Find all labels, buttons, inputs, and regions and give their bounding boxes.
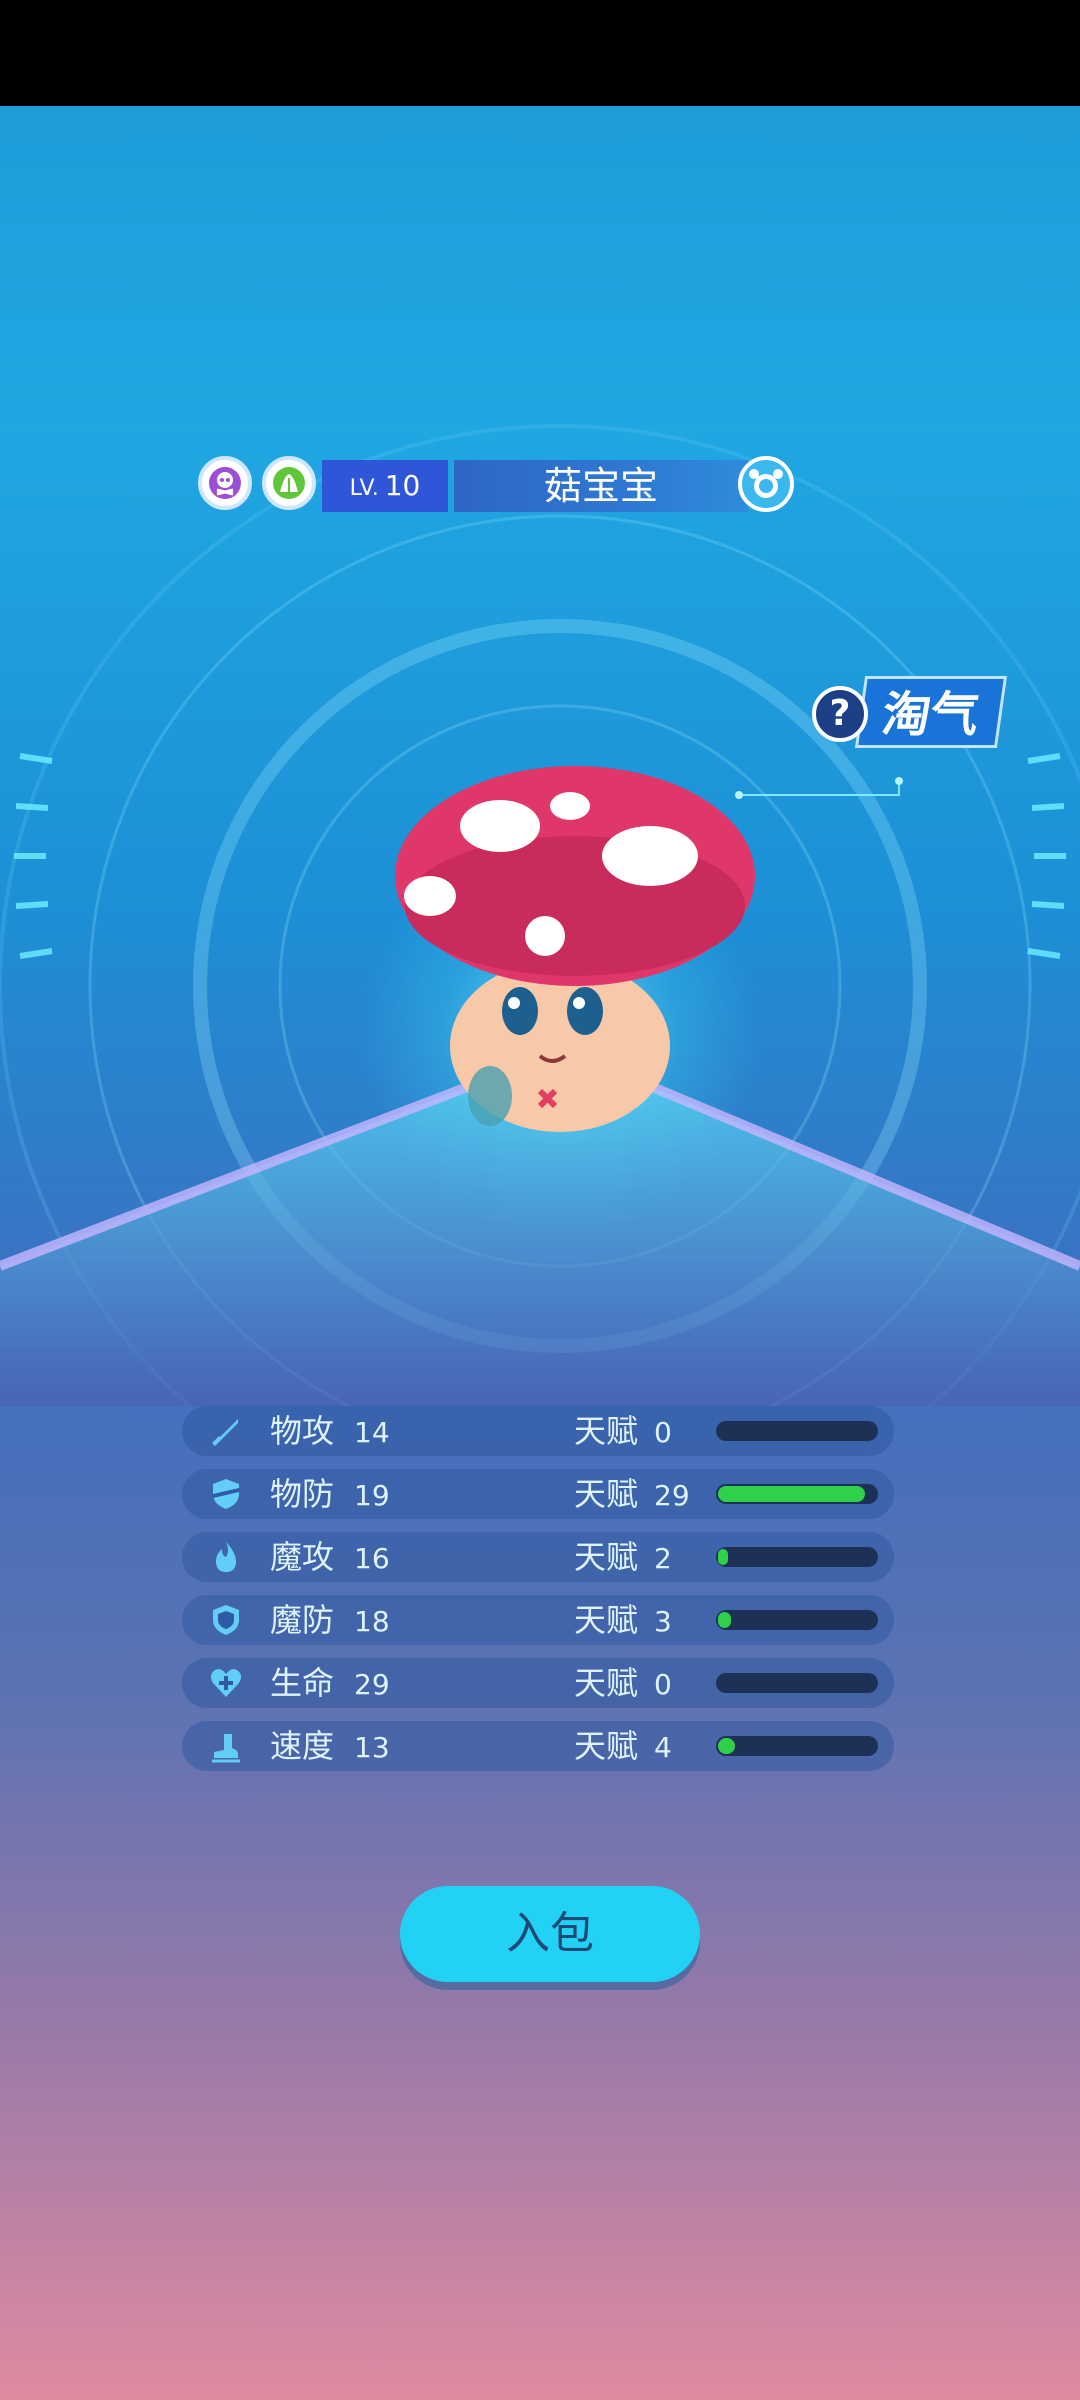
stat-value: 29 bbox=[354, 1668, 390, 1701]
talent-bar-fill bbox=[718, 1612, 731, 1628]
pet-header: LV. 10 菇宝宝 bbox=[198, 456, 794, 518]
talent-bar-fill bbox=[718, 1486, 865, 1502]
level-value: 10 bbox=[384, 469, 421, 502]
gender-badge[interactable] bbox=[738, 456, 794, 512]
stat-row-physical-defense: 物防 19 天赋 29 bbox=[182, 1469, 894, 1519]
talent-bar bbox=[716, 1484, 878, 1504]
stat-label: 速度 bbox=[270, 1727, 335, 1765]
stat-label: 生命 bbox=[270, 1664, 335, 1702]
pet-name: 菇宝宝 bbox=[454, 460, 748, 512]
add-to-bag-button[interactable]: 入包 bbox=[400, 1886, 700, 1982]
talent-bar bbox=[716, 1610, 878, 1630]
stat-row-hp: 生命 29 天赋 0 bbox=[182, 1658, 894, 1708]
grass-type-badge[interactable] bbox=[262, 456, 316, 510]
talent-label: 天赋 bbox=[574, 1538, 639, 1576]
stat-label: 物攻 bbox=[270, 1412, 335, 1450]
talent-bar bbox=[716, 1421, 878, 1441]
stat-value: 18 bbox=[354, 1605, 390, 1638]
sword-icon bbox=[212, 1419, 238, 1446]
talent-label: 天赋 bbox=[574, 1727, 639, 1765]
stat-row-magic-defense: 魔防 18 天赋 3 bbox=[182, 1595, 894, 1645]
talent-bar bbox=[716, 1736, 878, 1756]
talent-value: 29 bbox=[654, 1479, 690, 1512]
grass-icon bbox=[273, 467, 305, 499]
status-bar bbox=[0, 0, 1080, 106]
trait-label: 淘气 bbox=[854, 676, 1008, 748]
talent-value: 4 bbox=[654, 1731, 672, 1764]
talent-bar-fill bbox=[718, 1738, 735, 1754]
talent-value: 0 bbox=[654, 1416, 672, 1449]
magic-shield-icon bbox=[213, 1605, 239, 1635]
stat-row-magic-attack: 魔攻 16 天赋 2 bbox=[182, 1532, 894, 1582]
talent-value: 0 bbox=[654, 1668, 672, 1701]
stat-value: 19 bbox=[354, 1479, 390, 1512]
male-icon bbox=[749, 469, 783, 498]
level-prefix: LV. bbox=[349, 476, 379, 501]
stat-row-speed: 速度 13 天赋 4 bbox=[182, 1721, 894, 1771]
boot-icon bbox=[212, 1734, 240, 1763]
poison-type-badge[interactable] bbox=[198, 456, 252, 510]
stat-label: 魔防 bbox=[270, 1601, 335, 1639]
talent-label: 天赋 bbox=[574, 1475, 639, 1513]
talent-value: 3 bbox=[654, 1605, 672, 1638]
talent-bar bbox=[716, 1673, 878, 1693]
stat-value: 16 bbox=[354, 1542, 390, 1575]
stat-value: 14 bbox=[354, 1416, 390, 1449]
shield-icon bbox=[213, 1479, 239, 1509]
stats-panel: 物攻 14 天赋 0 物防 19 天赋 29 魔攻 16 天赋 2 魔防 18 … bbox=[182, 1406, 894, 1784]
skull-icon bbox=[209, 467, 241, 499]
level-indicator: LV. 10 bbox=[322, 460, 448, 512]
flame-icon bbox=[216, 1542, 236, 1572]
trait-help-icon[interactable]: ? bbox=[812, 686, 868, 742]
trait-pointer-dot bbox=[895, 777, 903, 785]
talent-label: 天赋 bbox=[574, 1664, 639, 1702]
trait-pointer-dot bbox=[735, 791, 743, 799]
talent-label: 天赋 bbox=[574, 1412, 639, 1450]
trait-tag[interactable]: 淘气 ? bbox=[812, 668, 1008, 760]
stat-value: 13 bbox=[354, 1731, 390, 1764]
talent-bar-fill bbox=[718, 1549, 728, 1565]
trait-pointer-line bbox=[738, 794, 900, 796]
talent-bar bbox=[716, 1547, 878, 1567]
talent-label: 天赋 bbox=[574, 1601, 639, 1639]
stat-label: 物防 bbox=[270, 1475, 335, 1513]
stat-row-physical-attack: 物攻 14 天赋 0 bbox=[182, 1406, 894, 1456]
heart-icon bbox=[210, 1669, 242, 1697]
talent-value: 2 bbox=[654, 1542, 672, 1575]
stat-label: 魔攻 bbox=[270, 1538, 335, 1576]
